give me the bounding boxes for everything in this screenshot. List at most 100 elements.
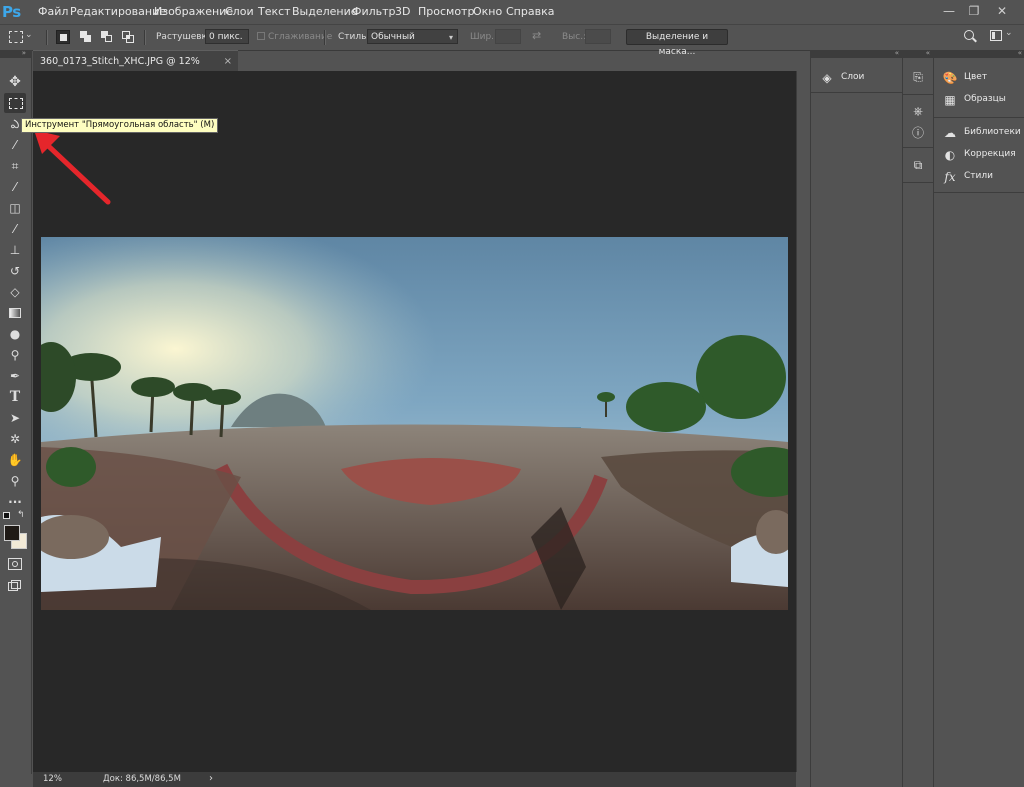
blur-tool-icon[interactable]: ●	[4, 324, 26, 344]
zoom-level[interactable]: 12%	[43, 774, 62, 784]
swatches-label: Образцы	[964, 94, 1006, 104]
antialias-checkbox[interactable]	[257, 32, 265, 40]
eraser-tool-icon[interactable]: ◇	[4, 282, 26, 302]
new-selection-icon[interactable]	[56, 30, 70, 44]
type-tool-icon[interactable]: T	[4, 387, 26, 407]
dodge-tool-icon[interactable]: ⚲	[4, 345, 26, 365]
menu-file[interactable]: Файл	[38, 5, 68, 18]
select-and-mask-button[interactable]: Выделение и маска...	[626, 29, 728, 57]
divider	[811, 92, 902, 93]
subtract-from-selection-icon[interactable]	[100, 30, 114, 44]
info-icon[interactable]: ⓘ	[909, 124, 927, 142]
paths-icon[interactable]: ⧉	[909, 156, 927, 174]
divider	[324, 30, 326, 45]
styles-label: Стили	[964, 171, 993, 181]
move-tool-icon[interactable]: ✥	[4, 72, 26, 92]
collapse-icon[interactable]: »	[22, 49, 26, 57]
chevron-down-icon: ⌄	[1005, 28, 1013, 38]
style-select-value: Обычный	[371, 32, 415, 42]
more-tools-icon[interactable]: ···	[4, 492, 26, 512]
menu-3d[interactable]: 3D	[395, 5, 410, 18]
menu-layers[interactable]: Слои	[225, 5, 254, 18]
gradient-tool-icon[interactable]	[4, 303, 26, 323]
styles-fx-icon: fx	[944, 170, 956, 184]
layers-icon: ◈	[822, 71, 832, 85]
menu-type[interactable]: Текст	[258, 5, 291, 18]
custom-shape-tool-icon[interactable]: ✲	[4, 429, 26, 449]
vertical-scrollbar[interactable]	[796, 71, 810, 772]
search-icon[interactable]	[963, 29, 977, 43]
history-brush-tool-icon[interactable]: ↺	[4, 261, 26, 281]
libraries-label: Библиотеки	[964, 127, 1021, 137]
collapse-icon[interactable]: «	[1018, 49, 1022, 57]
panel-header: «	[903, 49, 933, 58]
chevron-down-icon: ▾	[448, 33, 453, 42]
close-tab-icon[interactable]: ×	[224, 51, 232, 72]
swap-colors-icon[interactable]: ↰	[17, 510, 25, 520]
options-bar: ⌄ Растушевка: 0 пикс. Сглаживание Стиль:…	[0, 24, 1024, 57]
swatches-panel-button[interactable]: ▦ Образцы	[934, 90, 1024, 110]
brush-tool-icon[interactable]: ⁄	[4, 219, 26, 239]
divider	[903, 94, 933, 95]
zoom-tool-icon[interactable]: ⚲	[4, 471, 26, 491]
divider	[934, 117, 1024, 118]
width-label: Шир.:	[470, 32, 498, 42]
history-icon[interactable]: ⎘	[909, 68, 927, 86]
intersect-selection-icon[interactable]	[121, 30, 135, 44]
pen-tool-icon[interactable]: ✒	[4, 366, 26, 386]
antialias-label: Сглаживание	[268, 32, 333, 42]
document-tab[interactable]: 360_0173_Stitch_XHC.JPG @ 12% (RGB/8*) ×	[33, 50, 238, 88]
height-input[interactable]	[585, 29, 611, 44]
menu-view[interactable]: Просмотр	[418, 5, 474, 18]
marquee-preset-icon	[9, 31, 23, 43]
path-selection-tool-icon[interactable]: ➤	[4, 408, 26, 428]
document-size-info: Док: 86,5M/86,5M	[103, 774, 181, 784]
style-select[interactable]: Обычный ▾	[367, 29, 458, 44]
clone-stamp-tool-icon[interactable]: ⊥	[4, 240, 26, 260]
panel-header: «	[811, 49, 902, 58]
default-colors-icon[interactable]	[3, 512, 10, 519]
feather-input[interactable]: 0 пикс.	[205, 29, 249, 44]
adjustments-panel-button[interactable]: ◐ Коррекция	[934, 145, 1024, 165]
workspace-switcher[interactable]: ⌄	[990, 28, 1014, 43]
collapse-icon[interactable]: «	[895, 49, 899, 57]
minimize-button[interactable]: —	[940, 3, 958, 19]
adjustments-label: Коррекция	[964, 149, 1016, 159]
layers-panel-button[interactable]: ◈ Слои	[811, 68, 902, 88]
divider	[46, 30, 48, 45]
menu-select[interactable]: Выделение	[292, 5, 358, 18]
menu-edit[interactable]: Редактирование	[70, 5, 166, 18]
tool-tooltip: Инструмент "Прямоугольная область" (M)	[21, 118, 219, 133]
menu-help[interactable]: Справка	[506, 5, 554, 18]
foreground-color-swatch[interactable]	[4, 525, 20, 541]
chevron-down-icon: ⌄	[25, 30, 33, 40]
close-window-button[interactable]: ✕	[993, 3, 1011, 19]
panorama-image[interactable]	[41, 237, 788, 610]
properties-3d-icon[interactable]: ⎈	[909, 102, 927, 120]
add-to-selection-icon[interactable]	[79, 30, 93, 44]
screen-mode-icon[interactable]	[8, 580, 22, 592]
maximize-button[interactable]: ❐	[965, 3, 983, 19]
collapse-icon[interactable]: «	[926, 49, 930, 57]
panel-header: «	[934, 49, 1024, 58]
color-panel-button[interactable]: 🎨 Цвет	[934, 68, 1024, 88]
styles-panel-button[interactable]: fx Стили	[934, 167, 1024, 187]
divider	[903, 147, 933, 148]
color-label: Цвет	[964, 72, 988, 82]
layers-panel-column: « ◈ Слои	[810, 49, 902, 787]
style-label: Стиль:	[338, 32, 370, 42]
menu-window[interactable]: Окно	[473, 5, 502, 18]
width-input[interactable]	[495, 29, 521, 44]
libraries-panel-button[interactable]: ☁ Библиотеки	[934, 123, 1024, 143]
menu-filter[interactable]: Фильтр	[352, 5, 396, 18]
swap-dimensions-icon[interactable]: ⇄	[532, 29, 541, 42]
adjustments-icon: ◐	[944, 148, 956, 162]
menu-image[interactable]: Изображение	[154, 5, 233, 18]
tool-preset-picker[interactable]: ⌄	[6, 30, 36, 46]
color-palette-icon: 🎨	[942, 71, 958, 85]
hand-tool-icon[interactable]: ✋	[4, 450, 26, 470]
status-menu-arrow-icon[interactable]: ›	[209, 773, 213, 784]
right-panel-column: « 🎨 Цвет ▦ Образцы ☁ Библиотеки ◐ Коррек…	[933, 49, 1024, 787]
rectangular-marquee-tool-icon[interactable]	[4, 93, 26, 113]
quick-mask-icon[interactable]	[8, 558, 22, 570]
